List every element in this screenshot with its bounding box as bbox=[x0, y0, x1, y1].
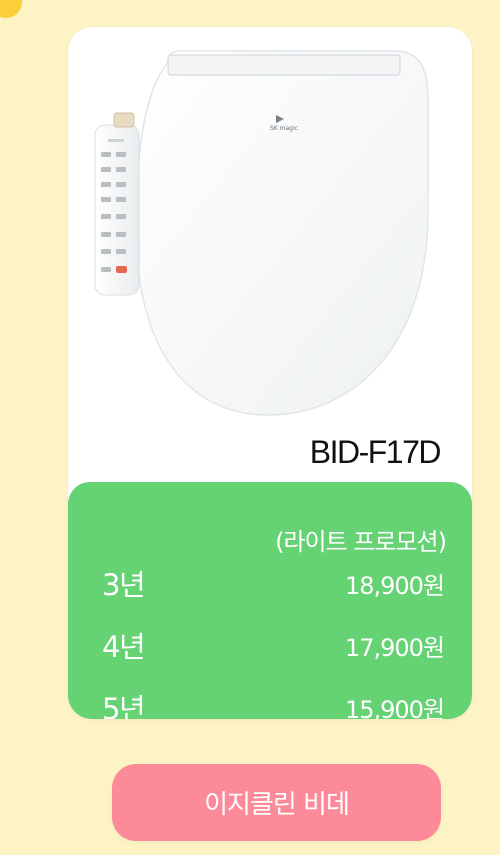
brand-logo-text: SK magic bbox=[270, 125, 298, 132]
term-label: 3년 bbox=[102, 568, 146, 602]
price-row-3yr: 3년 18,900원 bbox=[102, 563, 445, 603]
model-name: BID-F17D bbox=[309, 434, 442, 470]
bidet-product-image: SK magic bbox=[94, 50, 429, 416]
price-row-4yr: 4년 17,900원 bbox=[102, 625, 445, 665]
monthly-price: 18,900원 bbox=[344, 571, 445, 600]
price-row-5yr: 5년 15,900원 bbox=[102, 687, 445, 720]
promo-label: (라이트 프로모션) bbox=[275, 528, 447, 556]
product-card[interactable]: SK magic BID-F17D (라이트 프로모션) 3년 18,900원 … bbox=[68, 27, 472, 719]
term-label: 5년 bbox=[102, 692, 146, 719]
decorative-dot bbox=[0, 0, 22, 18]
price-panel: (라이트 프로모션) 3년 18,900원 4년 17,900원 5년 15,9… bbox=[68, 482, 472, 719]
monthly-price: 15,900원 bbox=[344, 695, 445, 720]
term-label: 4년 bbox=[102, 630, 146, 664]
monthly-price: 17,900원 bbox=[344, 633, 445, 662]
easyclean-bidet-button[interactable]: 이지클린 비데 bbox=[112, 764, 441, 841]
